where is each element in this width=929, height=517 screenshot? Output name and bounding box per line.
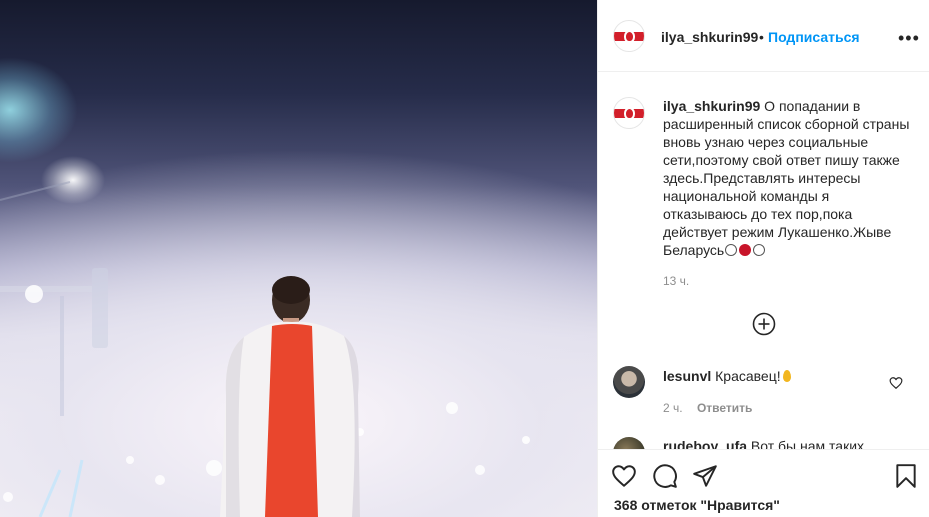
follow-button[interactable]: Подписаться <box>768 29 860 45</box>
comment-avatar[interactable] <box>613 437 645 449</box>
comment-text-row: rudeboy_ufa Вот бы нам таких <box>663 438 864 449</box>
bookmark-icon[interactable] <box>893 463 919 489</box>
post-sidebar: ilya_shkurin99 • Подписаться ••• ilya_sh… <box>597 0 929 517</box>
share-icon[interactable] <box>692 463 718 489</box>
avatar-emblem <box>624 107 635 120</box>
post-header: ilya_shkurin99 • Подписаться ••• <box>598 0 929 72</box>
profile-avatar[interactable] <box>613 20 645 52</box>
red-heart-icon <box>739 244 752 256</box>
plus-circle-icon[interactable] <box>752 312 776 336</box>
comment-icon[interactable] <box>652 463 678 489</box>
heart-icon[interactable] <box>611 463 637 489</box>
header-username[interactable]: ilya_shkurin99 <box>661 29 758 45</box>
photo-scene <box>0 181 530 517</box>
likes-count[interactable]: 368 отметок "Нравится" <box>614 497 780 513</box>
comment-meta: 2 ч. Ответить <box>663 401 752 415</box>
caption-text: О попадании в расширенный список сборной… <box>663 98 910 258</box>
street-lamp <box>0 181 71 201</box>
header-separator: • <box>759 29 764 45</box>
post-caption: ilya_shkurin99 О попадании в расширенный… <box>663 97 913 259</box>
comment-username[interactable]: lesunvl <box>663 368 711 384</box>
comment-text: Красавец! <box>715 368 781 384</box>
drop-emoji-icon <box>782 370 791 382</box>
caption-username[interactable]: ilya_shkurin99 <box>663 98 760 114</box>
traffic-light-pole <box>0 268 108 416</box>
reply-button[interactable]: Ответить <box>697 401 752 415</box>
street-highlights <box>38 459 84 517</box>
white-heart-icon <box>725 244 738 256</box>
comment: rudeboy_ufa Вот бы нам таких <box>598 435 929 449</box>
more-options-icon[interactable]: ••• <box>898 28 920 49</box>
post-actions: 368 отметок "Нравится" <box>598 449 929 517</box>
comment-username[interactable]: rudeboy_ufa <box>663 438 747 449</box>
caption-avatar[interactable] <box>613 97 645 129</box>
post-photo[interactable] <box>0 0 597 517</box>
comment-heart-icon[interactable] <box>889 376 903 390</box>
avatar-emblem <box>624 30 635 43</box>
white-heart-icon <box>753 244 766 256</box>
comment: lesunvl Красавец! <box>663 368 791 384</box>
comment-avatar[interactable] <box>613 366 645 398</box>
comment-text: Вот бы нам таких <box>750 438 865 449</box>
caption-timestamp[interactable]: 13 ч. <box>663 274 689 288</box>
comment-timestamp[interactable]: 2 ч. <box>663 401 683 415</box>
person-with-flag <box>220 276 360 517</box>
